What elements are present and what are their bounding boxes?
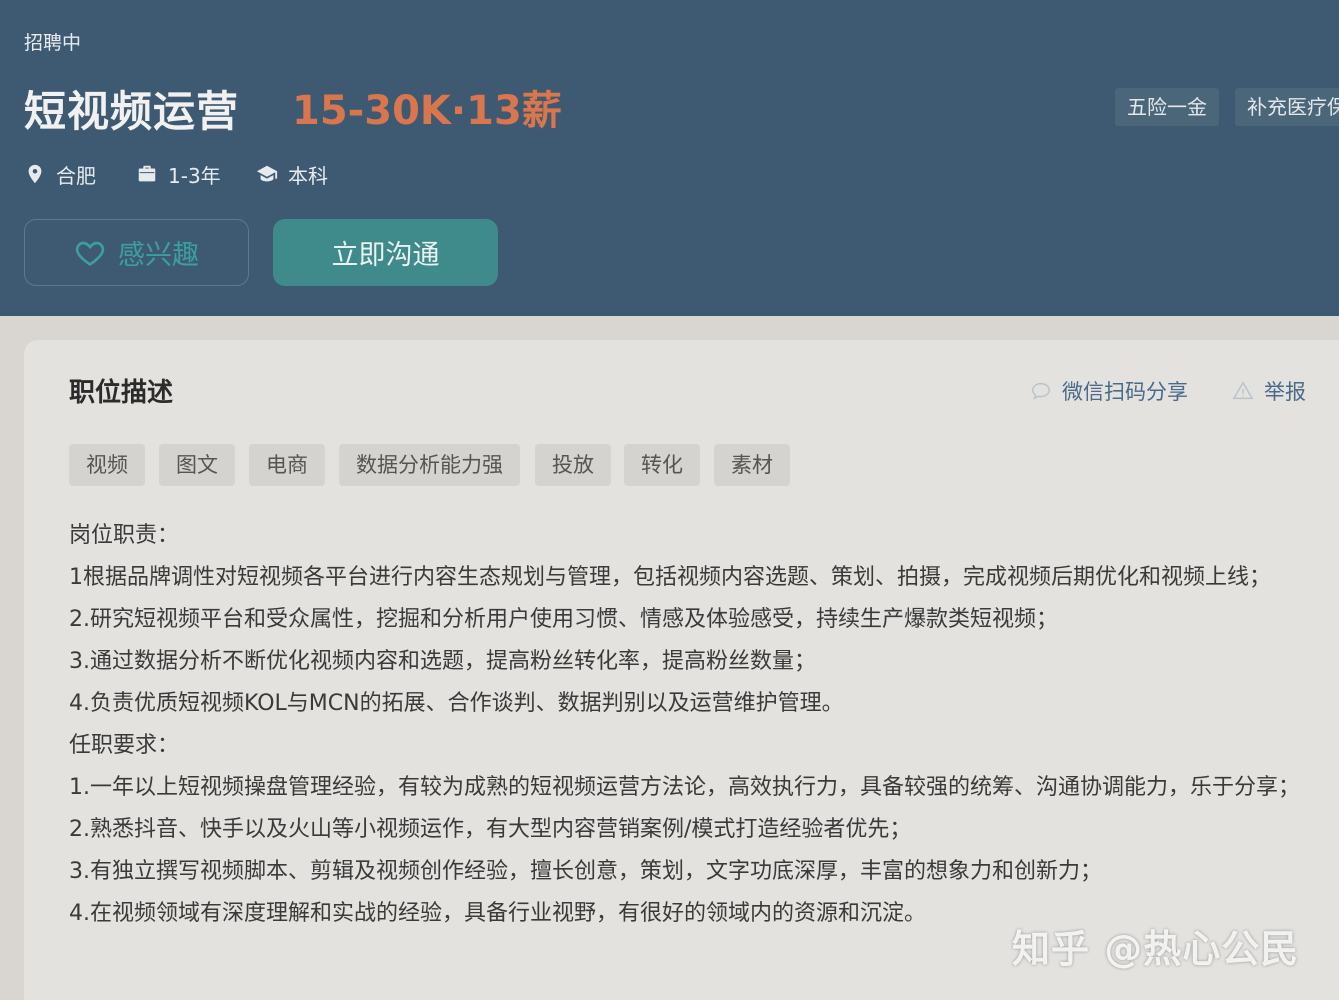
description-line: 4.负责优质短视频KOL与MCN的拓展、合作谈判、数据判别以及运营维护管理。 xyxy=(69,691,844,716)
briefcase-icon xyxy=(138,165,156,182)
welfare-tag: 补充医疗保 xyxy=(1235,88,1339,126)
chat-bubble-icon xyxy=(1032,382,1050,400)
description-line: 2.研究短视频平台和受众属性，挖掘和分析用户使用习惯、情感及体验感受，持续生产爆… xyxy=(69,607,1058,632)
description-line: 1根据品牌调性对短视频各平台进行内容生态规划与管理，包括视频内容选题、策划、拍摄… xyxy=(69,565,1272,590)
skill-tag[interactable]: 图文 xyxy=(159,444,235,486)
watermark: 知乎 @热心公民 xyxy=(1012,927,1300,971)
recruit-status: 招聘中 xyxy=(24,32,82,54)
graduation-cap-icon xyxy=(256,165,278,182)
interest-button[interactable]: 感兴趣 xyxy=(24,219,249,286)
job-experience: 1-3年 xyxy=(136,160,221,188)
job-header: 招聘中 短视频运营 15-30K·13薪 五险一金 补充医疗保 合肥 1-3年 … xyxy=(0,0,1339,316)
salary: 15-30K·13薪 xyxy=(292,88,562,134)
report-link[interactable]: 举报 xyxy=(1232,376,1306,406)
share-label: 微信扫码分享 xyxy=(1062,380,1188,404)
location-pin-icon xyxy=(28,164,42,184)
description-line: 岗位职责： xyxy=(69,523,180,548)
job-description-text: 岗位职责： 1根据品牌调性对短视频各平台进行内容生态规划与管理，包括视频内容选题… xyxy=(69,515,1329,935)
job-title: 短视频运营 xyxy=(24,87,240,136)
location-text: 合肥 xyxy=(56,163,96,188)
education-text: 本科 xyxy=(288,163,328,188)
skill-tag[interactable]: 素材 xyxy=(714,444,790,486)
chat-now-button[interactable]: 立即沟通 xyxy=(273,219,498,286)
skill-tag[interactable]: 转化 xyxy=(624,444,700,486)
job-description-card: 职位描述 微信扫码分享 举报 视频 图文 电商 数据分析能力强 投放 转化 素材… xyxy=(24,340,1339,1000)
warning-icon xyxy=(1232,381,1254,400)
job-education: 本科 xyxy=(256,160,328,188)
description-line: 1.一年以上短视频操盘管理经验，有较为成熟的短视频运营方法论，高效执行力，具备较… xyxy=(69,775,1300,800)
section-title: 职位描述 xyxy=(69,378,174,408)
skill-tag[interactable]: 视频 xyxy=(69,444,145,486)
heart-icon xyxy=(75,241,105,266)
job-location: 合肥 xyxy=(24,160,96,188)
experience-text: 1-3年 xyxy=(168,163,221,188)
wechat-share-link[interactable]: 微信扫码分享 xyxy=(1030,376,1188,406)
report-label: 举报 xyxy=(1264,380,1306,404)
skill-tag[interactable]: 数据分析能力强 xyxy=(339,444,520,486)
description-line: 任职要求： xyxy=(69,733,180,758)
chat-label: 立即沟通 xyxy=(331,240,440,271)
skill-tag[interactable]: 投放 xyxy=(535,444,611,486)
skill-tag[interactable]: 电商 xyxy=(249,444,325,486)
description-line: 3.通过数据分析不断优化视频内容和选题，提高粉丝转化率，提高粉丝数量； xyxy=(69,649,816,674)
description-line: 3.有独立撰写视频脚本、剪辑及视频创作经验，擅长创意，策划，文字功底深厚，丰富的… xyxy=(69,859,1102,884)
description-line: 2.熟悉抖音、快手以及火山等小视频运作，有大型内容营销案例/模式打造经验者优先； xyxy=(69,817,912,842)
welfare-tag: 五险一金 xyxy=(1115,88,1219,126)
interest-label: 感兴趣 xyxy=(118,240,199,271)
